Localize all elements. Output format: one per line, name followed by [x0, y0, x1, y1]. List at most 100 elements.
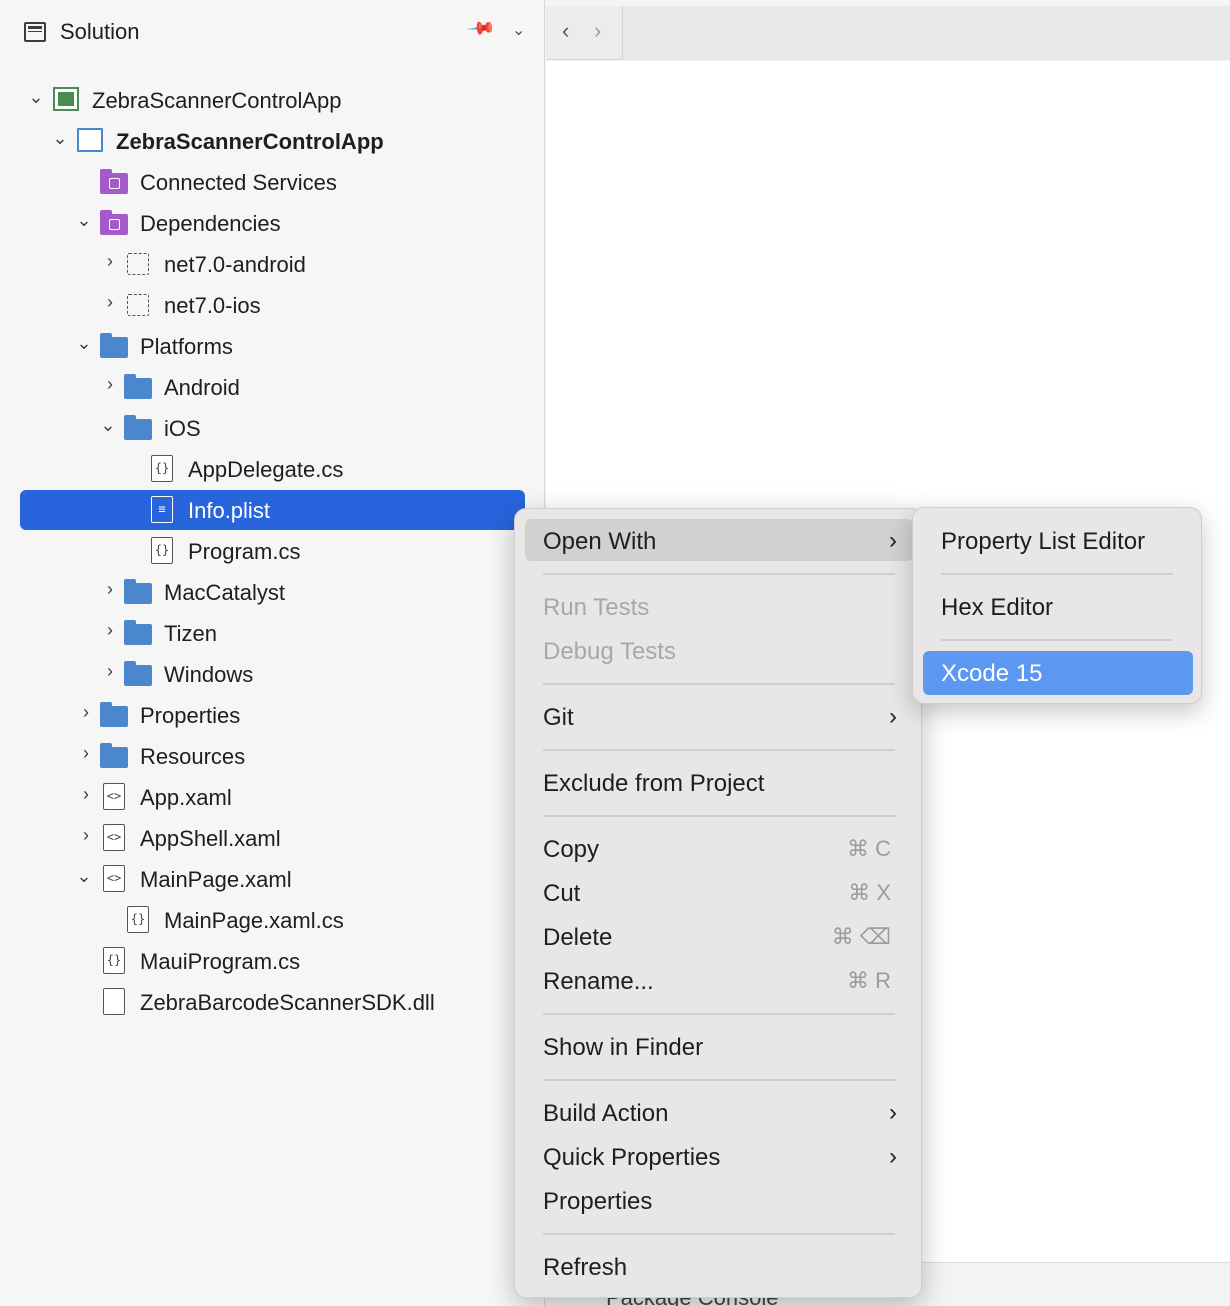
collapse-chevron-icon[interactable]: › [100, 251, 120, 271]
submenu-item-xcode[interactable]: Xcode 15 [923, 651, 1193, 695]
tree-label: MainPage.xaml [140, 867, 292, 892]
forward-arrow-icon[interactable]: › [594, 18, 601, 44]
pin-icon[interactable]: 📌 [466, 13, 497, 43]
connected-services-icon [100, 169, 128, 194]
submenu-item-hex-editor[interactable]: Hex Editor [923, 585, 1193, 629]
expand-chevron-icon[interactable]: ⌄ [50, 128, 70, 148]
tree-row-appdelegate[interactable]: {} AppDelegate.cs [0, 448, 545, 489]
menu-item-label: Git [543, 704, 574, 731]
collapse-chevron-icon[interactable]: › [100, 292, 120, 312]
chevron-right-icon: › [889, 703, 897, 730]
tree-label: net7.0-android [164, 252, 306, 277]
tree-row-maccatalyst[interactable]: › MacCatalyst [0, 571, 545, 612]
tree-row-windows[interactable]: › Windows [0, 653, 545, 694]
framework-icon [127, 253, 149, 275]
back-arrow-icon[interactable]: ‹ [562, 18, 569, 44]
tree-row-tizen[interactable]: › Tizen [0, 612, 545, 653]
tree-label: ZebraScannerControlApp [92, 88, 342, 113]
menu-separator [543, 1233, 895, 1235]
csharp-file-icon: {} [151, 537, 173, 564]
chevron-down-icon[interactable]: ⌄ [512, 20, 525, 40]
menu-item-git[interactable]: Git › [525, 695, 913, 737]
tree-row-resources[interactable]: › Resources [0, 735, 545, 776]
submenu-item-property-list-editor[interactable]: Property List Editor [923, 519, 1193, 563]
tree-row-net7-ios[interactable]: › net7.0-ios [0, 284, 545, 325]
folder-icon [124, 620, 152, 645]
tree-label: Platforms [140, 334, 233, 359]
collapse-chevron-icon[interactable]: › [76, 702, 96, 722]
collapse-chevron-icon[interactable]: › [100, 620, 120, 640]
menu-separator [941, 639, 1173, 641]
framework-icon [127, 294, 149, 316]
tree-label: Android [164, 375, 240, 400]
expand-chevron-icon[interactable]: ⌄ [74, 866, 94, 886]
expand-chevron-icon[interactable]: ⌄ [74, 210, 94, 230]
menu-item-open-with[interactable]: Open With › [525, 519, 913, 561]
csharp-file-icon: {} [127, 906, 149, 933]
tree-row-dependencies[interactable]: ⌄ Dependencies [0, 202, 545, 243]
menu-item-exclude-from-project[interactable]: Exclude from Project [525, 761, 913, 803]
menu-item-refresh[interactable]: Refresh [525, 1245, 913, 1287]
collapse-chevron-icon[interactable]: › [76, 825, 96, 845]
tree-label: Dependencies [140, 211, 281, 236]
tree-row-solution[interactable]: ⌄ ZebraScannerControlApp [0, 79, 545, 120]
menu-item-show-in-finder[interactable]: Show in Finder [525, 1025, 913, 1067]
shortcut-label: ⌘ X [848, 880, 891, 905]
tree-row-android[interactable]: › Android [0, 366, 545, 407]
collapse-chevron-icon[interactable]: › [100, 579, 120, 599]
generic-file-icon [103, 988, 125, 1015]
tree-row-sdk-dll[interactable]: ZebraBarcodeScannerSDK.dll [0, 981, 545, 1022]
pane-title: Solution [60, 19, 140, 44]
xaml-file-icon: <> [103, 824, 125, 851]
tree-row-app-xaml[interactable]: › <> App.xaml [0, 776, 545, 817]
menu-item-quick-properties[interactable]: Quick Properties › [525, 1135, 913, 1177]
menu-item-label: Properties [543, 1188, 653, 1215]
collapse-chevron-icon[interactable]: › [100, 374, 120, 394]
tree-row-properties[interactable]: › Properties [0, 694, 545, 735]
menu-separator [543, 683, 895, 685]
menu-item-delete[interactable]: Delete ⌘ ⌫ [525, 915, 913, 957]
expand-chevron-icon[interactable]: ⌄ [74, 333, 94, 353]
tree-row-project[interactable]: ⌄ ZebraScannerControlApp [0, 120, 545, 161]
menu-item-debug-tests: Debug Tests [525, 629, 913, 671]
expand-chevron-icon[interactable]: ⌄ [26, 87, 46, 107]
xaml-file-icon: <> [103, 783, 125, 810]
tree-row-info-plist[interactable]: ≡ Info.plist [0, 489, 545, 530]
menu-item-label: Exclude from Project [543, 770, 765, 797]
menu-item-cut[interactable]: Cut ⌘ X [525, 871, 913, 913]
collapse-chevron-icon[interactable]: › [76, 784, 96, 804]
tree-row-connected-services[interactable]: Connected Services [0, 161, 545, 202]
project-icon [77, 128, 103, 152]
tree-row-appshell-xaml[interactable]: › <> AppShell.xaml [0, 817, 545, 858]
menu-item-label: Build Action [543, 1100, 669, 1127]
tree-label: Connected Services [140, 170, 337, 195]
collapse-chevron-icon[interactable]: › [76, 743, 96, 763]
editor-tab-bar: ‹ › [546, 6, 1230, 60]
tree-label: net7.0-ios [164, 293, 261, 318]
menu-item-copy[interactable]: Copy ⌘ C [525, 827, 913, 869]
folder-icon [100, 743, 128, 768]
solution-icon [53, 87, 79, 111]
menu-item-rename[interactable]: Rename... ⌘ R [525, 959, 913, 1001]
submenu-item-label: Property List Editor [941, 528, 1146, 555]
tree-row-platforms[interactable]: ⌄ Platforms [0, 325, 545, 366]
tab-strip [623, 6, 1230, 60]
tree-row-program[interactable]: {} Program.cs [0, 530, 545, 571]
menu-item-label: Show in Finder [543, 1034, 704, 1061]
tree-row-net7-android[interactable]: › net7.0-android [0, 243, 545, 284]
tree-label: AppDelegate.cs [188, 457, 344, 482]
shortcut-label: ⌘ C [847, 836, 891, 861]
open-with-submenu: Property List Editor Hex Editor Xcode 15 [912, 507, 1202, 704]
submenu-item-label: Hex Editor [941, 594, 1054, 621]
csharp-file-icon: {} [151, 455, 173, 482]
collapse-chevron-icon[interactable]: › [100, 661, 120, 681]
menu-item-build-action[interactable]: Build Action › [525, 1091, 913, 1133]
menu-item-properties[interactable]: Properties [525, 1179, 913, 1221]
tree-label: MainPage.xaml.cs [164, 908, 344, 933]
solution-pane-header: Solution 📌 ⌄ [0, 6, 545, 58]
expand-chevron-icon[interactable]: ⌄ [98, 415, 118, 435]
tree-row-mauiprogram[interactable]: {} MauiProgram.cs [0, 940, 545, 981]
tree-row-mainpage-xaml-cs[interactable]: {} MainPage.xaml.cs [0, 899, 545, 940]
tree-row-ios[interactable]: ⌄ iOS [0, 407, 545, 448]
tree-row-mainpage-xaml[interactable]: ⌄ <> MainPage.xaml [0, 858, 545, 899]
